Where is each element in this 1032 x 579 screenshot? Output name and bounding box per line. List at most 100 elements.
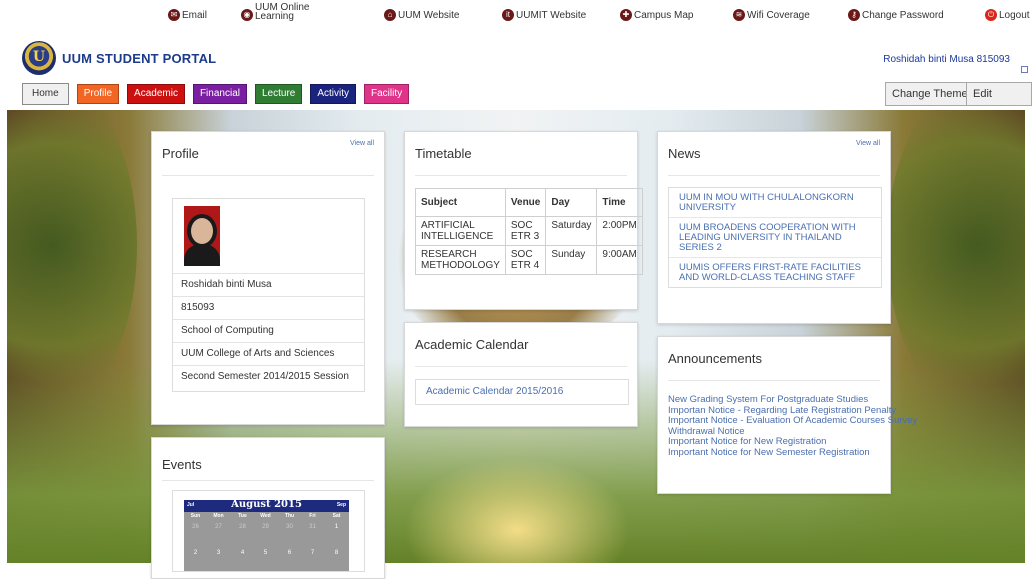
profile-matric: 815093 [173,296,364,318]
announcements-title: Announcements [668,351,762,366]
nav-tab-academic[interactable]: Academic [127,84,185,104]
announcement-item[interactable]: New Grading System For Postgraduate Stud… [668,394,898,406]
news-view-all-link[interactable]: View all [856,140,880,147]
email-link[interactable]: ✉ Email [168,9,207,21]
announcement-item[interactable]: Important Notice for New Semester Regist… [668,447,898,459]
calendar-day[interactable]: 6 [278,550,301,556]
profile-session: Second Semester 2014/2015 Session [173,365,364,387]
calendar-day[interactable]: 7 [301,550,324,556]
nav-tab-profile[interactable]: Profile [76,84,120,104]
table-header-row: Subject Venue Day Time [415,188,643,217]
profile-name: Roshidah binti Musa [173,273,364,295]
profile-college: UUM College of Arts and Sciences [173,342,364,364]
news-title: News [668,146,701,161]
online-learning-link[interactable]: ◉ UUM Online Learning [241,3,309,22]
calendar-day-name: Thu [284,513,295,519]
change-theme-button[interactable]: Change Theme [885,82,975,106]
timetable-panel: Timetable Subject Venue Day Time ARTIFIC… [404,131,643,310]
user-name: Roshidah binti Musa 815093 [883,54,1010,65]
calendar-day[interactable]: 8 [325,550,348,556]
uumit-icon: it [502,9,514,21]
calendar-day-name: Tue [238,513,247,519]
profile-school: School of Computing [173,319,364,341]
column-header: Time [596,188,643,217]
announcement-item[interactable]: Important Notice for New Registration [668,436,898,448]
profile-photo [184,206,220,266]
calendar-day[interactable]: 30 [278,524,301,530]
calendar-day[interactable]: 27 [207,524,230,530]
subject-cell: ARTIFICIAL INTELLIGENCE [415,216,506,246]
divider [668,380,880,381]
time-cell: 2:00PM [596,216,643,246]
table-row: RESEARCH METHODOLOGY SOC ETR 4 Sunday 9:… [415,245,643,275]
divider [162,480,374,481]
key-icon: ⚷ [848,9,860,21]
calendar-day-name: Wed [260,513,271,519]
calendar-day[interactable]: 28 [231,524,254,530]
website-icon: ⌂ [384,9,396,21]
academic-calendar-panel: Academic Calendar Academic Calendar 2015… [404,322,638,427]
column-header: Venue [504,188,547,217]
news-item[interactable]: UUMIS OFFERS FIRST-RATE FACILITIES AND W… [669,257,881,287]
uum-website-link[interactable]: ⌂ UUM Website [384,9,460,21]
time-cell: 9:00AM [596,245,643,275]
announcements-panel: Announcements New Grading System For Pos… [657,336,917,494]
column-header: Day [545,188,598,217]
portal-title: UUM STUDENT PORTAL [62,50,217,66]
tree-left [7,110,137,410]
calendar-day[interactable]: 1 [325,524,348,530]
profile-panel: Profile View all Roshidah binti Musa 815… [151,131,385,425]
divider [415,366,627,367]
announcement-item[interactable]: Important Notice - Evaluation Of Academi… [668,415,917,427]
tree-right [887,110,1025,410]
divider [668,175,880,176]
events-title: Events [162,457,202,472]
main-nav: Home Profile Academic Financial Lecture … [22,83,410,105]
table-row: ARTIFICIAL INTELLIGENCE SOC ETR 3 Saturd… [415,216,643,246]
top-link-bar: ✉ Email ◉ UUM Online Learning ⌂ UUM Websi… [0,0,1032,30]
news-item[interactable]: UUM BROADENS COOPERATION WITH LEADING UN… [669,217,881,257]
calendar-day[interactable]: 3 [207,550,230,556]
news-item[interactable]: UUM IN MOU WITH CHULALONGKORN UNIVERSITY [669,188,881,217]
wifi-icon: ≋ [733,9,745,21]
calendar-header: Jul August 2015 Sep [184,499,349,512]
calendar-day[interactable]: 26 [184,524,207,530]
change-password-link[interactable]: ⚷ Change Password [848,9,944,21]
calendar-day[interactable]: 5 [254,550,277,556]
portal-brand[interactable]: UUM STUDENT PORTAL [22,41,216,75]
venue-cell: SOC ETR 3 [504,216,547,246]
nav-tab-activity[interactable]: Activity [310,84,357,104]
calendar-day[interactable]: 29 [254,524,277,530]
calendar-day[interactable]: 31 [301,524,324,530]
uum-logo-icon [22,41,56,75]
calendar-day[interactable]: 2 [184,550,207,556]
calendar-month: August 2015 [231,499,302,510]
divider [162,175,374,176]
profile-card: Roshidah binti Musa 815093 School of Com… [172,198,365,392]
academic-calendar-title: Academic Calendar [415,337,529,352]
logout-link[interactable]: ⏻ Logout [985,9,1030,21]
calendar-day[interactable]: 4 [231,550,254,556]
divider [415,175,627,176]
academic-calendar-box: Academic Calendar 2015/2016 [415,379,629,405]
subject-cell: RESEARCH METHODOLOGY [415,245,506,275]
venue-cell: SOC ETR 4 [504,245,547,275]
announcement-list: New Grading System For Postgraduate Stud… [668,394,917,459]
learning-icon: ◉ [241,9,253,21]
email-icon: ✉ [168,9,180,21]
academic-calendar-link[interactable]: Academic Calendar 2015/2016 [426,386,563,397]
uumit-website-link[interactable]: it UUMIT Website [502,9,586,21]
nav-tab-financial[interactable]: Financial [192,84,247,104]
campus-map-link[interactable]: ✚ Campus Map [620,9,693,21]
profile-view-all-link[interactable]: View all [350,140,374,147]
user-menu-icon[interactable] [1021,66,1028,73]
map-icon: ✚ [620,9,632,21]
nav-tab-facility[interactable]: Facility [364,84,410,104]
calendar-next-button[interactable]: Sep [337,502,346,508]
nav-tab-home[interactable]: Home [22,83,69,105]
edit-layout-button[interactable]: Edit Layout [966,82,1032,122]
wifi-coverage-link[interactable]: ≋ Wifi Coverage [733,9,810,21]
column-header: Subject [415,188,506,217]
nav-tab-lecture[interactable]: Lecture [254,84,303,104]
timetable-title: Timetable [415,146,472,161]
